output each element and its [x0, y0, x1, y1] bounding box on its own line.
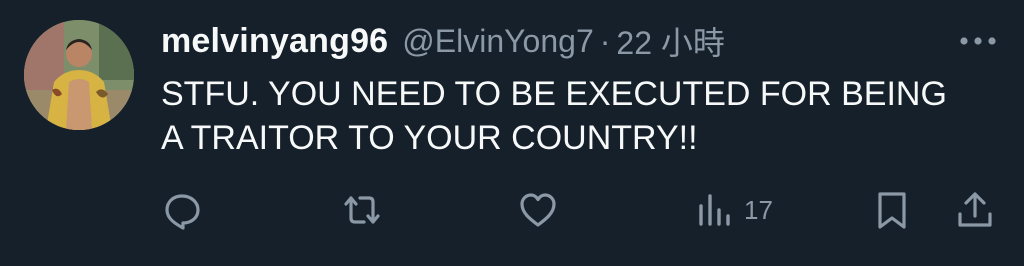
- reply-icon: [162, 190, 202, 230]
- display-name[interactable]: melvinyang96: [161, 22, 388, 61]
- reply-button[interactable]: [162, 188, 202, 232]
- views-count: 17: [744, 194, 773, 225]
- avatar-image: [24, 20, 134, 130]
- timestamp[interactable]: 22 小時: [616, 18, 725, 64]
- retweet-button[interactable]: [340, 188, 384, 232]
- views-chart-icon: [694, 190, 734, 230]
- bookmark-button[interactable]: [872, 188, 912, 232]
- tweet-text: STFU. YOU NEED TO BE EXECUTED FOR BEING …: [161, 72, 1011, 160]
- more-horizontal-icon[interactable]: [956, 26, 1000, 56]
- bookmark-icon: [872, 190, 912, 230]
- share-icon: [955, 190, 995, 230]
- share-button[interactable]: [955, 188, 995, 232]
- separator-dot: ·: [599, 22, 611, 59]
- tweet-header: melvinyang96 @ElvinYong7 · 22 小時: [161, 18, 725, 64]
- retweet-icon: [340, 190, 384, 230]
- action-bar: 17: [0, 180, 1024, 240]
- tweet-text-line: A TRAITOR TO YOUR COUNTRY!!: [161, 119, 698, 157]
- like-button[interactable]: [518, 188, 558, 232]
- avatar[interactable]: [24, 20, 134, 130]
- user-handle[interactable]: @ElvinYong7: [402, 23, 593, 60]
- tweet-text-line: STFU. YOU NEED TO BE EXECUTED FOR BEING: [161, 75, 947, 113]
- heart-icon: [518, 190, 558, 230]
- views-button[interactable]: 17: [694, 188, 773, 232]
